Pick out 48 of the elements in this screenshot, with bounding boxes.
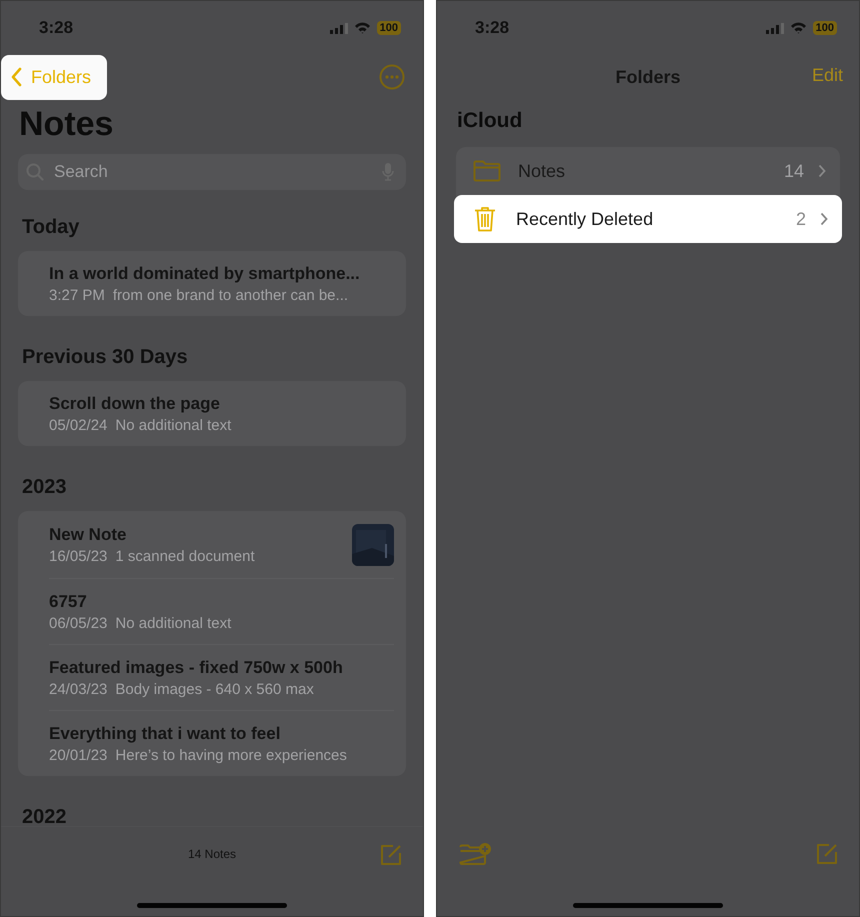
note-preview: No additional text xyxy=(115,615,232,632)
battery-level: 100 xyxy=(376,21,401,35)
note-date: 05/02/24 xyxy=(49,417,108,434)
folder-row[interactable]: Notes 14 xyxy=(456,147,840,195)
page-title: Notes xyxy=(18,104,114,144)
note-title[interactable]: In a world dominated by smartphone... xyxy=(49,264,394,284)
back-button[interactable]: Folders xyxy=(1,54,108,100)
search-field[interactable]: Search xyxy=(18,154,406,190)
compose-icon[interactable] xyxy=(379,843,403,867)
note-date: 3:27 PM xyxy=(49,287,105,304)
note-preview: Body images - 640 x 560 max xyxy=(115,681,314,698)
edit-button[interactable]: Edit xyxy=(812,65,843,86)
chevron-icon xyxy=(11,67,22,87)
note-date: 20/01/23 xyxy=(49,747,108,764)
note-title[interactable]: Featured images - fixed 750w x 500h xyxy=(49,658,394,678)
notes-count: 14 Notes xyxy=(188,847,236,861)
note-preview: from one brand to another can be... xyxy=(112,287,348,304)
account-heading: iCloud xyxy=(456,108,524,134)
section-heading: 2022 xyxy=(21,805,68,826)
search-input[interactable]: Search xyxy=(52,161,374,183)
note-title[interactable]: New Note xyxy=(49,525,352,545)
note-title[interactable]: Everything that i want to feel xyxy=(49,724,394,744)
status-time: 3:28 xyxy=(39,18,74,38)
note-title[interactable]: Scroll down the page xyxy=(49,394,394,414)
battery-level: 100 xyxy=(812,21,837,35)
folder-row[interactable]: Recently Deleted 2 xyxy=(454,195,842,243)
note-title[interactable]: 6757 xyxy=(49,592,394,612)
compose-icon[interactable] xyxy=(815,842,839,866)
note-preview: Here’s to having more experiences xyxy=(115,747,347,764)
note-date: 06/05/23 xyxy=(49,615,108,632)
note-preview: No additional text xyxy=(115,417,232,434)
wifi-icon xyxy=(790,22,807,34)
section-heading: Previous 30 Days xyxy=(21,345,189,370)
folder-icon xyxy=(472,160,502,182)
status-time: 3:28 xyxy=(475,18,510,38)
signal-icon xyxy=(766,22,784,34)
note-date: 16/05/23 xyxy=(49,548,108,565)
section-heading: Today xyxy=(21,215,80,240)
chevron-icon xyxy=(818,164,826,178)
note-date: 24/03/23 xyxy=(49,681,108,698)
signal-icon xyxy=(330,22,348,34)
note-preview: 1 scanned document xyxy=(115,548,255,565)
more-icon[interactable] xyxy=(379,64,405,90)
wifi-icon xyxy=(354,22,371,34)
new-folder-icon[interactable] xyxy=(459,842,491,866)
nav-title: Folders xyxy=(615,66,680,88)
section-heading: 2023 xyxy=(21,475,68,500)
chevron-icon xyxy=(820,212,828,226)
